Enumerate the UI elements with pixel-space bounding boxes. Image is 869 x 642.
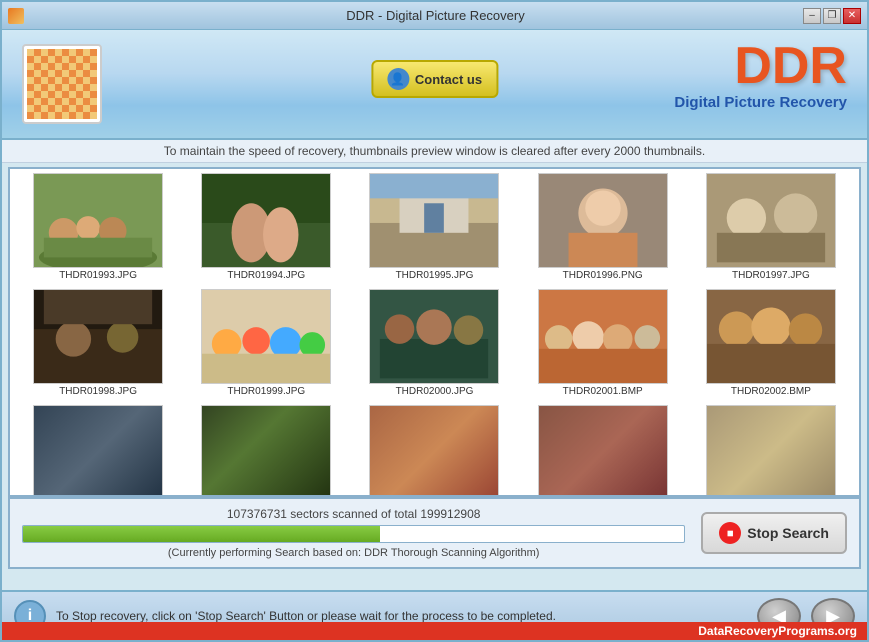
info-bar: To maintain the speed of recovery, thumb… bbox=[2, 140, 867, 163]
ddr-subtitle: Digital Picture Recovery bbox=[674, 94, 847, 111]
window-title: DDR - Digital Picture Recovery bbox=[68, 8, 803, 23]
list-item[interactable]: THDR02004.BMP bbox=[186, 405, 346, 495]
list-item[interactable]: THDR02001.BMP bbox=[523, 289, 683, 397]
stop-label: Stop Search bbox=[747, 525, 829, 541]
header: 👤 Contact us DDR Digital Picture Recover… bbox=[2, 30, 867, 140]
thumb-label: THDR02002.BMP bbox=[731, 386, 811, 397]
stop-icon: ⏹ bbox=[719, 522, 741, 544]
info-text: To maintain the speed of recovery, thumb… bbox=[164, 144, 705, 158]
thumbnails-panel: THDR01993.JPG THDR01994.JPG THDR01995.JPG T… bbox=[8, 167, 861, 497]
minimize-button[interactable]: – bbox=[803, 8, 821, 24]
title-bar: DDR - Digital Picture Recovery – ❐ ✕ bbox=[2, 2, 867, 30]
thumb-label: THDR01999.JPG bbox=[227, 386, 305, 397]
list-item[interactable]: THDR01999.JPG bbox=[186, 289, 346, 397]
progress-info: 107376731 sectors scanned of total 19991… bbox=[22, 507, 685, 559]
progress-bar-inner bbox=[23, 526, 380, 542]
sectors-text: 107376731 sectors scanned of total 19991… bbox=[22, 507, 685, 521]
list-item[interactable]: THDR01997.JPG bbox=[691, 173, 851, 281]
watermark-text: DataRecoveryPrograms.org bbox=[698, 624, 857, 638]
list-item[interactable]: THDR01998.JPG bbox=[18, 289, 178, 397]
list-item[interactable]: THDR01995.JPG bbox=[354, 173, 514, 281]
list-item[interactable]: THDR01996.PNG bbox=[523, 173, 683, 281]
close-button[interactable]: ✕ bbox=[843, 8, 861, 24]
thumb-label: THDR01996.PNG bbox=[563, 270, 643, 281]
progress-bar-outer bbox=[22, 525, 685, 543]
thumb-label: THDR01998.JPG bbox=[59, 386, 137, 397]
list-item[interactable]: THDR02006.BMP bbox=[523, 405, 683, 495]
list-item[interactable]: THDR02007.BMP bbox=[691, 405, 851, 495]
list-item[interactable]: THDR02002.BMP bbox=[691, 289, 851, 397]
bottom-text: To Stop recovery, click on 'Stop Search'… bbox=[56, 609, 747, 623]
thumbnails-scroll-area[interactable]: THDR01993.JPG THDR01994.JPG THDR01995.JPG T… bbox=[10, 169, 859, 495]
contact-icon: 👤 bbox=[387, 68, 409, 90]
list-item[interactable]: THDR02005.BMP bbox=[354, 405, 514, 495]
list-item[interactable]: THDR01993.JPG bbox=[18, 173, 178, 281]
ddr-logo-text: DDR bbox=[674, 40, 847, 92]
list-item[interactable]: THDR02000.JPG bbox=[354, 289, 514, 397]
thumb-label: THDR02001.BMP bbox=[563, 386, 643, 397]
thumbnails-grid: THDR01993.JPG THDR01994.JPG THDR01995.JPG T… bbox=[18, 173, 851, 495]
logo-image bbox=[27, 49, 97, 119]
contact-button[interactable]: 👤 Contact us bbox=[371, 60, 498, 98]
ddr-brand: DDR Digital Picture Recovery bbox=[674, 40, 847, 111]
contact-label: Contact us bbox=[415, 72, 482, 87]
list-item[interactable]: THDR01994.JPG bbox=[186, 173, 346, 281]
thumb-label: THDR01993.JPG bbox=[59, 270, 137, 281]
algo-text: (Currently performing Search based on: D… bbox=[22, 547, 685, 559]
thumb-label: THDR01994.JPG bbox=[227, 270, 305, 281]
thumb-label: THDR01995.JPG bbox=[396, 270, 474, 281]
app-window: DDR - Digital Picture Recovery – ❐ ✕ 👤 C… bbox=[2, 2, 867, 640]
thumb-label: THDR01997.JPG bbox=[732, 270, 810, 281]
stop-search-button[interactable]: ⏹ Stop Search bbox=[701, 512, 847, 554]
logo-box bbox=[22, 44, 102, 124]
list-item[interactable]: THDR02003.BMP bbox=[18, 405, 178, 495]
restore-button[interactable]: ❐ bbox=[823, 8, 841, 24]
progress-panel: 107376731 sectors scanned of total 19991… bbox=[8, 497, 861, 569]
watermark-footer: DataRecoveryPrograms.org bbox=[2, 622, 867, 640]
window-controls: – ❐ ✕ bbox=[803, 8, 861, 24]
thumb-label: THDR02000.JPG bbox=[396, 386, 474, 397]
